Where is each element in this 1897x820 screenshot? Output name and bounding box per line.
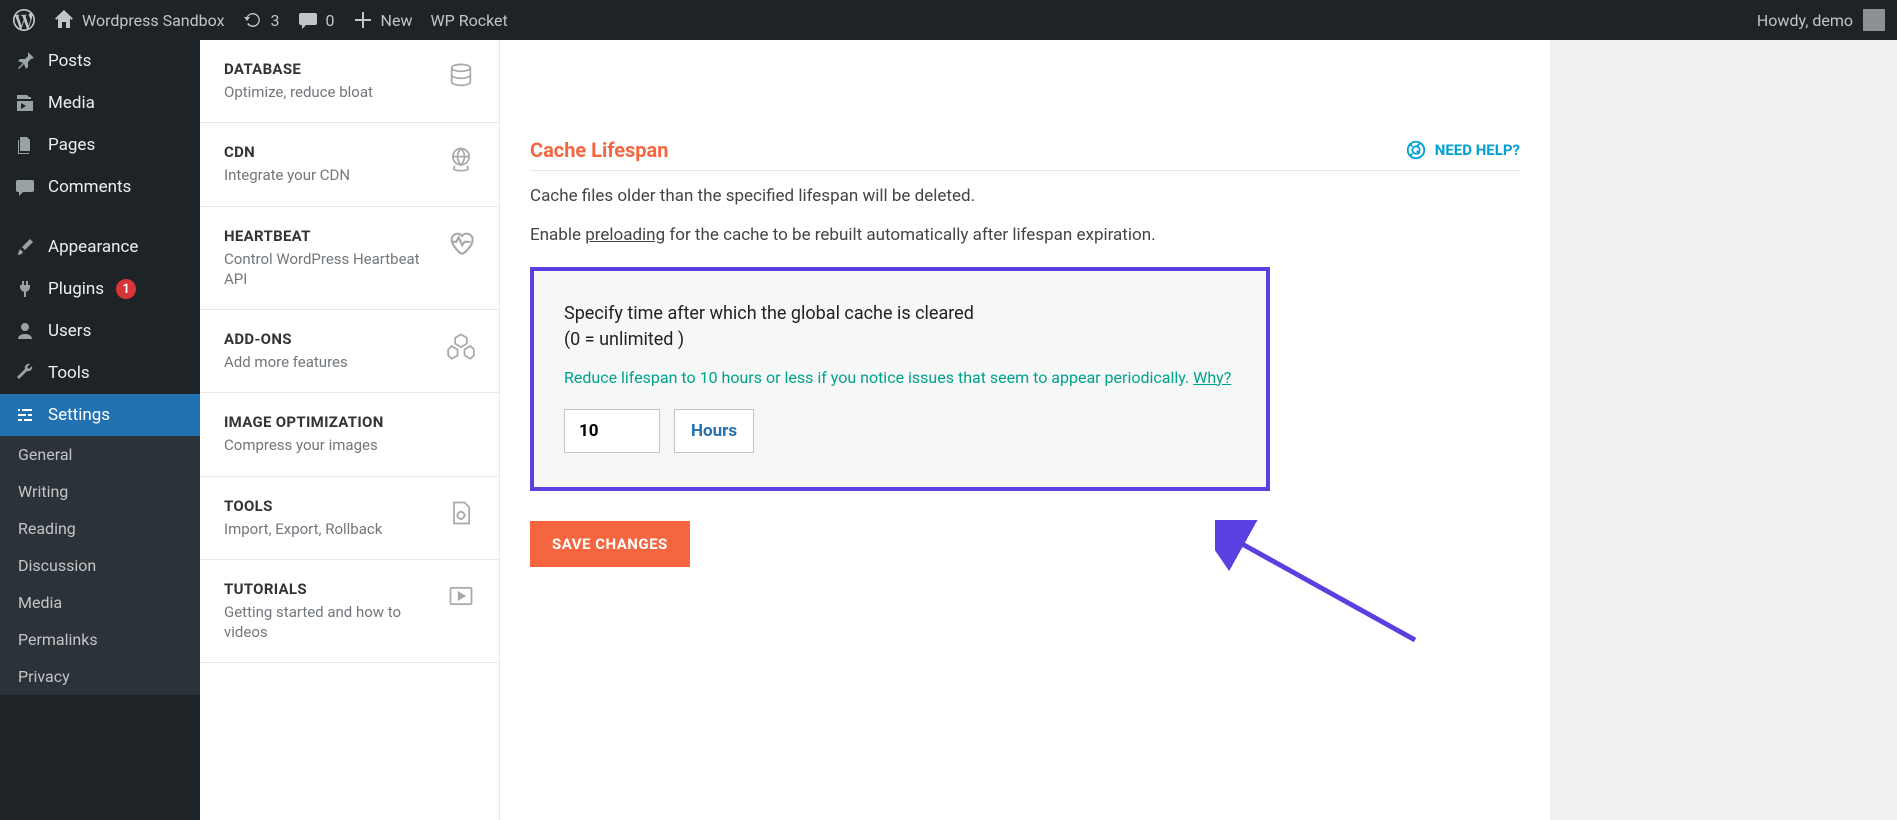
sidebar-item-posts[interactable]: Posts xyxy=(0,40,200,82)
comments-count: 0 xyxy=(326,11,335,30)
submenu-writing[interactable]: Writing xyxy=(0,473,200,510)
cache-lifespan-box: Specify time after which the global cach… xyxy=(530,267,1270,490)
submenu-privacy[interactable]: Privacy xyxy=(0,658,200,695)
wp-logo-icon[interactable] xyxy=(12,8,36,32)
admin-bar: Wordpress Sandbox 3 0 New WP Rocket Howd… xyxy=(0,0,1897,40)
wpr-nav-heartbeat[interactable]: HEARTBEAT Control WordPress Heartbeat AP… xyxy=(200,207,499,311)
need-help-link[interactable]: NEED HELP? xyxy=(1405,139,1520,161)
sidebar-item-users[interactable]: Users xyxy=(0,310,200,352)
sidebar-item-label: Pages xyxy=(48,135,95,155)
submenu-discussion[interactable]: Discussion xyxy=(0,547,200,584)
save-changes-button[interactable]: SAVE CHANGES xyxy=(530,521,690,567)
wpr-settings-sidebar: DATABASE Optimize, reduce bloat CDN Inte… xyxy=(200,40,500,820)
submenu-permalinks[interactable]: Permalinks xyxy=(0,621,200,658)
plug-icon xyxy=(14,278,36,300)
comment-icon xyxy=(298,10,318,30)
user-icon xyxy=(14,320,36,342)
sidebar-item-label: Comments xyxy=(48,177,131,197)
main-content: Cache Lifespan NEED HELP? Cache files ol… xyxy=(500,40,1550,820)
sidebar-item-label: Appearance xyxy=(48,237,138,257)
gear-file-icon xyxy=(447,499,475,527)
media-icon xyxy=(14,92,36,114)
sidebar-item-settings[interactable]: Settings xyxy=(0,394,200,436)
site-title: Wordpress Sandbox xyxy=(82,11,225,30)
comments-icon xyxy=(14,176,36,198)
plugins-update-badge: 1 xyxy=(116,279,136,299)
updates-count: 3 xyxy=(271,11,280,30)
lifespan-unit-select[interactable]: Hours xyxy=(674,409,754,453)
wpr-nav-imgopt[interactable]: IMAGE OPTIMIZATION Compress your images xyxy=(200,393,499,476)
sidebar-item-label: Posts xyxy=(48,51,91,71)
wrench-icon xyxy=(14,362,36,384)
sidebar-item-label: Tools xyxy=(48,363,90,383)
wpr-nav-desc: Getting started and how to videos xyxy=(224,602,433,643)
refresh-icon xyxy=(243,10,263,30)
wpr-nav-title: DATABASE xyxy=(224,60,433,78)
sidebar-item-media[interactable]: Media xyxy=(0,82,200,124)
why-link[interactable]: Why? xyxy=(1193,368,1231,387)
section-description-1: Cache files older than the specified lif… xyxy=(530,183,1520,210)
wpr-nav-desc: Control WordPress Heartbeat API xyxy=(224,249,433,290)
user-greeting[interactable]: Howdy, demo xyxy=(1757,11,1853,30)
wpr-nav-addons[interactable]: ADD-ONS Add more features xyxy=(200,310,499,393)
submenu-general[interactable]: General xyxy=(0,436,200,473)
field-label-line2: (0 = unlimited ) xyxy=(564,327,1236,352)
wpr-nav-desc: Optimize, reduce bloat xyxy=(224,82,433,102)
sidebar-item-label: Plugins xyxy=(48,279,104,299)
pages-icon xyxy=(14,134,36,156)
need-help-label: NEED HELP? xyxy=(1435,141,1520,159)
lifebuoy-icon xyxy=(1405,139,1427,161)
wpr-nav-desc: Compress your images xyxy=(224,435,475,455)
sidebar-item-label: Settings xyxy=(48,405,110,425)
sidebar-item-label: Users xyxy=(48,321,91,341)
sliders-icon xyxy=(14,404,36,426)
wpr-nav-desc: Integrate your CDN xyxy=(224,165,433,185)
wpr-nav-title: CDN xyxy=(224,143,433,161)
wpr-nav-cdn[interactable]: CDN Integrate your CDN xyxy=(200,123,499,206)
video-icon xyxy=(447,582,475,610)
plus-icon xyxy=(353,10,373,30)
sidebar-item-pages[interactable]: Pages xyxy=(0,124,200,166)
admin-sidebar: Posts Media Pages Comments Appearance Pl… xyxy=(0,40,200,820)
wpr-nav-title: ADD-ONS xyxy=(224,330,433,348)
wpr-nav-tutorials[interactable]: TUTORIALS Getting started and how to vid… xyxy=(200,560,499,664)
wpr-nav-title: HEARTBEAT xyxy=(224,227,433,245)
comments-link[interactable]: 0 xyxy=(298,10,335,30)
field-tip: Reduce lifespan to 10 hours or less if y… xyxy=(564,368,1236,387)
section-title: Cache Lifespan xyxy=(530,138,668,162)
site-link[interactable]: Wordpress Sandbox xyxy=(54,10,225,30)
pin-icon xyxy=(14,50,36,72)
section-description-2: Enable preloading for the cache to be re… xyxy=(530,222,1520,249)
field-label-line1: Specify time after which the global cach… xyxy=(564,301,1236,326)
wp-rocket-link[interactable]: WP Rocket xyxy=(430,11,507,30)
wpr-nav-title: TUTORIALS xyxy=(224,580,433,598)
sidebar-item-appearance[interactable]: Appearance xyxy=(0,226,200,268)
updates-link[interactable]: 3 xyxy=(243,10,280,30)
avatar[interactable] xyxy=(1863,9,1885,31)
heartbeat-icon xyxy=(447,229,475,257)
globe-icon xyxy=(447,145,475,173)
lifespan-input[interactable] xyxy=(564,409,660,453)
sidebar-item-comments[interactable]: Comments xyxy=(0,166,200,208)
wpr-nav-desc: Import, Export, Rollback xyxy=(224,519,433,539)
sidebar-item-plugins[interactable]: Plugins 1 xyxy=(0,268,200,310)
brush-icon xyxy=(14,236,36,258)
wpr-nav-title: IMAGE OPTIMIZATION xyxy=(224,413,475,431)
settings-submenu: General Writing Reading Discussion Media… xyxy=(0,436,200,695)
annotation-arrow-icon xyxy=(1215,520,1435,660)
wpr-nav-tools[interactable]: TOOLS Import, Export, Rollback xyxy=(200,477,499,560)
new-label: New xyxy=(381,11,413,30)
database-icon xyxy=(447,62,475,90)
sidebar-item-label: Media xyxy=(48,93,95,113)
preloading-link[interactable]: preloading xyxy=(585,225,665,245)
cubes-icon xyxy=(447,332,475,360)
submenu-reading[interactable]: Reading xyxy=(0,510,200,547)
wpr-nav-title: TOOLS xyxy=(224,497,433,515)
new-content-link[interactable]: New xyxy=(353,10,413,30)
wpr-nav-database[interactable]: DATABASE Optimize, reduce bloat xyxy=(200,40,499,123)
sidebar-item-tools[interactable]: Tools xyxy=(0,352,200,394)
home-icon xyxy=(54,10,74,30)
submenu-media[interactable]: Media xyxy=(0,584,200,621)
wpr-nav-desc: Add more features xyxy=(224,352,433,372)
